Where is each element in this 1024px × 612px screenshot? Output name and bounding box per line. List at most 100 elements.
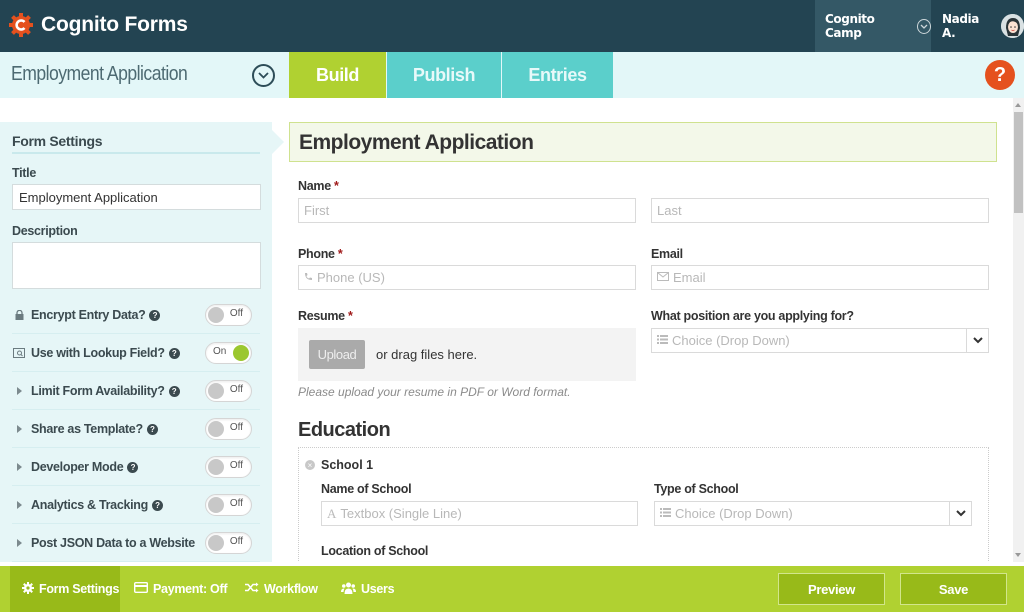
post-json-data-toggle[interactable]: Off	[205, 532, 252, 554]
setting-developer-mode[interactable]: Developer Mode ? Off	[12, 448, 260, 486]
placeholder-text: Last	[657, 203, 682, 218]
toggle-knob	[208, 307, 224, 323]
toggle-state: Off	[229, 460, 243, 471]
organization-switcher[interactable]: Cognito Camp	[815, 0, 931, 52]
preview-button[interactable]: Preview	[778, 573, 885, 605]
shuffle-icon	[245, 582, 259, 596]
limit-form-availability-toggle[interactable]: Off	[205, 380, 252, 402]
school-item-title: School 1	[321, 458, 374, 472]
user-menu[interactable]: Nadia A.	[942, 0, 1024, 52]
position-label: What position are you applying for?	[651, 309, 854, 323]
scroll-up-arrow-icon[interactable]	[1015, 103, 1021, 107]
list-icon	[660, 507, 671, 520]
setting-label: Post JSON Data to a Website	[31, 536, 195, 550]
help-circle-icon[interactable]: ?	[151, 499, 163, 511]
setting-post-json-data[interactable]: Post JSON Data to a Website Off	[12, 524, 260, 562]
help-button[interactable]: ?	[985, 60, 1015, 90]
placeholder-text: Email	[673, 270, 706, 285]
placeholder-text: Textbox (Single Line)	[340, 506, 462, 521]
last-name-input[interactable]: Last	[651, 198, 989, 223]
title-label: Title	[12, 166, 36, 180]
tab-publish[interactable]: Publish	[387, 52, 501, 98]
setting-share-as-template[interactable]: Share as Template? ? Off	[12, 410, 260, 448]
school-location-label: Location of School	[321, 544, 429, 558]
bottom-toolbar: Form Settings Payment: Off Workflow User…	[0, 566, 1024, 612]
title-input[interactable]: Employment Application	[12, 184, 261, 210]
form-menu-chevron-icon[interactable]	[252, 64, 275, 87]
form-title: Employment Application	[299, 131, 534, 154]
chevron-down-icon[interactable]	[966, 329, 988, 352]
tab-entries[interactable]: Entries	[502, 52, 613, 98]
tab-build[interactable]: Build	[289, 52, 386, 98]
chevron-down-icon[interactable]	[949, 502, 971, 525]
toggle-state: Off	[229, 422, 243, 433]
divider	[12, 152, 260, 154]
avatar[interactable]	[1001, 14, 1024, 38]
name-label: Name *	[298, 179, 339, 193]
setting-label: Share as Template?	[31, 422, 143, 436]
form-settings-button[interactable]: Form Settings	[10, 566, 120, 612]
label-text: Resume	[298, 309, 345, 323]
resume-label: Resume *	[298, 309, 353, 323]
toggle-knob	[208, 459, 224, 475]
email-label: Email	[651, 247, 683, 261]
toggle-state: Off	[229, 384, 243, 395]
payment-button[interactable]: Payment: Off	[133, 566, 228, 612]
users-icon	[341, 582, 356, 597]
caret-right-icon	[12, 463, 26, 471]
bottom-item-label: Payment: Off	[153, 582, 228, 596]
bottom-item-label: Form Settings	[39, 582, 120, 596]
toggle-state: Off	[229, 498, 243, 509]
use-with-lookup-field-toggle[interactable]: On	[205, 342, 252, 364]
description-label: Description	[12, 224, 78, 238]
text-a-icon: A	[327, 505, 337, 521]
toggle-state: Off	[229, 308, 243, 319]
upload-hint: or drag files here.	[376, 347, 478, 362]
user-name: Nadia A.	[942, 12, 979, 40]
brand-name: Cognito Forms	[41, 13, 188, 36]
toggle-knob	[208, 535, 224, 551]
help-circle-icon[interactable]: ?	[127, 461, 139, 473]
email-input[interactable]: Email	[651, 265, 989, 290]
workflow-button[interactable]: Workflow	[245, 566, 318, 612]
form-canvas: Employment Application Name * First Last…	[289, 122, 997, 562]
resume-help-text: Please upload your resume in PDF or Word…	[298, 385, 571, 399]
help-circle-icon[interactable]: ?	[168, 347, 180, 359]
scroll-down-arrow-icon[interactable]	[1015, 553, 1021, 557]
share-as-template-toggle[interactable]: Off	[205, 418, 252, 440]
placeholder-text: Phone (US)	[317, 270, 385, 285]
phone-input[interactable]: Phone (US)	[298, 265, 636, 290]
lock-icon	[12, 310, 26, 320]
analytics-tracking-toggle[interactable]: Off	[205, 494, 252, 516]
help-circle-icon[interactable]: ?	[149, 309, 161, 321]
position-select[interactable]: Choice (Drop Down)	[651, 328, 989, 353]
setting-limit-form-availability[interactable]: Limit Form Availability? ? Off	[12, 372, 260, 410]
upload-button[interactable]: Upload	[309, 340, 365, 369]
organization-name: Cognito Camp	[825, 12, 875, 40]
education-section-title: Education	[298, 419, 391, 441]
resume-dropzone[interactable]: Upload or drag files here.	[298, 328, 636, 381]
help-circle-icon[interactable]: ?	[168, 385, 180, 397]
setting-analytics-tracking[interactable]: Analytics & Tracking ? Off	[12, 486, 260, 524]
users-button[interactable]: Users	[341, 566, 395, 612]
help-circle-icon[interactable]: ?	[146, 423, 158, 435]
first-name-input[interactable]: First	[298, 198, 636, 223]
description-textarea[interactable]	[12, 242, 261, 289]
setting-use-with-lookup-field: Use with Lookup Field? ? On	[12, 334, 260, 372]
required-marker: *	[348, 309, 353, 323]
brand-logo[interactable]: Cognito Forms	[8, 12, 188, 38]
school-type-select[interactable]: Choice (Drop Down)	[654, 501, 972, 526]
encrypt-entry-data-toggle[interactable]: Off	[205, 304, 252, 326]
save-button[interactable]: Save	[900, 573, 1007, 605]
scrollbar-thumb[interactable]	[1014, 112, 1023, 213]
label-text: Phone	[298, 247, 335, 261]
developer-mode-toggle[interactable]: Off	[205, 456, 252, 478]
vertical-scrollbar[interactable]	[1013, 98, 1024, 562]
school-name-input[interactable]: A Textbox (Single Line)	[321, 501, 638, 526]
setting-label: Use with Lookup Field?	[31, 346, 165, 360]
form-title-header[interactable]: Employment Application	[289, 122, 997, 162]
required-marker: *	[337, 247, 343, 261]
form-nav-bar: Employment Application Build Publish Ent…	[0, 52, 1024, 98]
form-settings-panel: Form Settings Title Employment Applicati…	[0, 122, 284, 562]
remove-circle-icon[interactable]: ×	[305, 460, 315, 470]
